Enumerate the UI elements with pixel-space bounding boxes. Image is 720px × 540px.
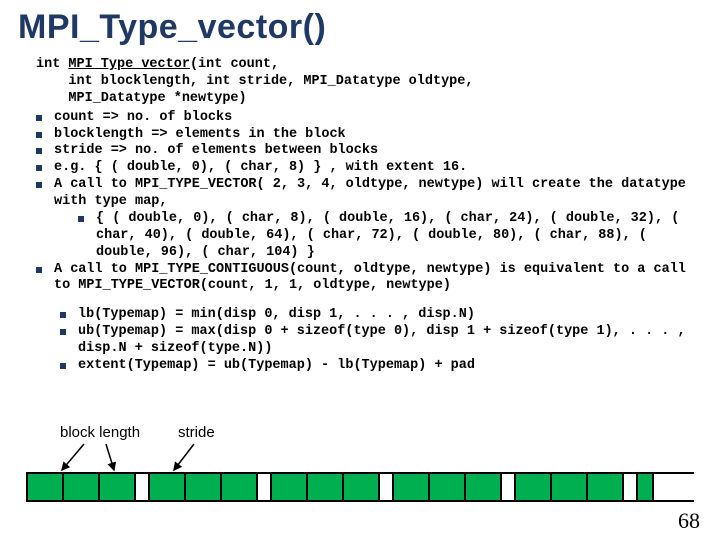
label-stride: stride bbox=[178, 424, 215, 441]
block-segment bbox=[394, 474, 430, 500]
sub-bullet: { ( double, 0), ( char, 8), ( double, 16… bbox=[78, 211, 702, 262]
bullet: e.g. { ( double, 0), ( char, 8) } , with… bbox=[36, 160, 702, 177]
bullet: stride => no. of elements between blocks bbox=[36, 143, 702, 160]
block-segment bbox=[466, 474, 502, 500]
block-segment bbox=[516, 474, 552, 500]
slide: MPI_Type_vector() int MPI_Type_vector(in… bbox=[0, 0, 720, 540]
block-segment bbox=[150, 474, 186, 500]
slide-title: MPI_Type_vector() bbox=[18, 8, 702, 47]
block-segment bbox=[308, 474, 344, 500]
bullet: count => no. of blocks bbox=[36, 110, 702, 127]
bullet: lb(Typemap) = min(disp 0, disp 1, . . . … bbox=[60, 307, 702, 324]
block-segment bbox=[430, 474, 466, 500]
vector-diagram bbox=[26, 472, 694, 502]
bullet: blocklength => elements in the block bbox=[36, 127, 702, 144]
block-segment bbox=[272, 474, 308, 500]
block-segment bbox=[186, 474, 222, 500]
block-segment bbox=[222, 474, 258, 500]
block-segment bbox=[552, 474, 588, 500]
block-segment bbox=[588, 474, 624, 500]
sub-bullet-list: { ( double, 0), ( char, 8), ( double, 16… bbox=[78, 211, 702, 262]
label-blocklength: block length bbox=[60, 424, 140, 441]
main-bullet-list: count => no. of blocks blocklength => el… bbox=[36, 110, 702, 296]
block-segment bbox=[100, 474, 136, 500]
slide-number: 68 bbox=[678, 508, 700, 534]
block-segment bbox=[64, 474, 100, 500]
bullet: ub(Typemap) = max(disp 0 + sizeof(type 0… bbox=[60, 324, 702, 358]
bullet: A call to MPI_TYPE_CONTIGUOUS(count, old… bbox=[36, 262, 702, 296]
gap-segment bbox=[380, 474, 394, 500]
func-name: MPI_Type_vector bbox=[68, 57, 190, 72]
gap-segment bbox=[624, 474, 638, 500]
lbub-list: lb(Typemap) = min(disp 0, disp 1, . . . … bbox=[60, 307, 702, 375]
gap-segment bbox=[136, 474, 150, 500]
gap-segment bbox=[502, 474, 516, 500]
block-segment bbox=[28, 474, 64, 500]
bullet: A call to MPI_TYPE_VECTOR( 2, 3, 4, oldt… bbox=[36, 177, 702, 261]
block-segment bbox=[344, 474, 380, 500]
block-segment bbox=[638, 474, 654, 500]
gap-segment bbox=[258, 474, 272, 500]
bullet: extent(Typemap) = ub(Typemap) - lb(Typem… bbox=[60, 358, 702, 375]
function-signature: int MPI_Type_vector(int count, int block… bbox=[36, 57, 702, 108]
